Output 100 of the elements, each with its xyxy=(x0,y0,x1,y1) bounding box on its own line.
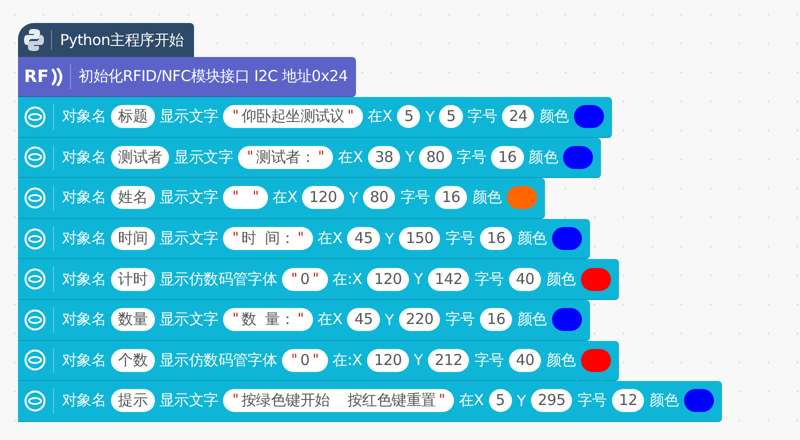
color-swatch[interactable] xyxy=(552,227,582,250)
text-field[interactable]: " 按绿色键开始 按红色键重置 " xyxy=(223,389,454,412)
block-label: 颜色 xyxy=(517,229,547,248)
number-field[interactable]: 142 xyxy=(428,268,470,291)
python-icon xyxy=(24,28,44,52)
block-label: Y xyxy=(414,351,423,370)
text-field[interactable]: " 时 间： " xyxy=(223,227,313,250)
block-label: 在X xyxy=(318,229,342,248)
text-field[interactable]: " 测试者： " xyxy=(238,146,334,169)
name-field[interactable]: 个数 xyxy=(111,348,155,372)
number-field[interactable]: 220 xyxy=(398,308,440,332)
start-block[interactable]: Python主程序开始 xyxy=(18,23,194,57)
display-block[interactable]: 对象名 数量 显示文字 " 数 量： " 在X 45 Y 220 字号 16 颜色 xyxy=(18,300,590,341)
name-field[interactable]: 姓名 xyxy=(111,186,155,210)
name-field[interactable]: 时间 xyxy=(111,227,155,250)
block-label: 颜色 xyxy=(539,107,569,126)
block-label: 颜色 xyxy=(472,188,502,208)
display-block[interactable]: 对象名 个数 显示仿数码管字体 " 0 " 在:X 120 Y 212 字号 40 颜色 xyxy=(18,340,619,382)
block-label: 在X xyxy=(272,188,298,208)
block-label: 显示文字 xyxy=(160,188,218,208)
number-field[interactable]: 16 xyxy=(480,308,512,332)
name-field[interactable]: 标题 xyxy=(111,105,155,128)
number-field[interactable]: 5 xyxy=(488,389,512,412)
block-label: Y xyxy=(516,392,526,410)
number-field[interactable]: 80 xyxy=(419,146,452,169)
ring-icon xyxy=(24,308,46,331)
block-label: Y xyxy=(405,148,414,166)
number-field[interactable]: 16 xyxy=(491,146,524,169)
block-label: 颜色 xyxy=(546,270,576,289)
number-field[interactable]: 120 xyxy=(302,186,344,210)
display-block[interactable]: 对象名 计时 显示仿数码管字体 " 0 " 在:X 120 Y 142 字号 40 颜色 xyxy=(18,259,619,300)
name-field[interactable]: 数量 xyxy=(111,308,155,332)
display-block[interactable]: 对象名 测试者 显示文字 " 测试者： " 在X 38 Y 80 字号 16 颜色 xyxy=(18,138,601,178)
color-swatch[interactable] xyxy=(580,348,611,372)
number-field[interactable]: 5 xyxy=(439,105,463,128)
ring-icon xyxy=(24,268,46,290)
ring-icon xyxy=(24,106,46,128)
color-swatch[interactable] xyxy=(684,389,714,412)
number-field[interactable]: 120 xyxy=(367,268,409,291)
block-label: 字号 xyxy=(474,350,504,370)
number-field[interactable]: 16 xyxy=(480,227,512,250)
color-swatch[interactable] xyxy=(574,105,604,128)
name-field[interactable]: 提示 xyxy=(111,389,155,412)
text-field[interactable]: " 0 " xyxy=(282,348,328,372)
text-field[interactable]: " 仰卧起坐测试议 " xyxy=(223,105,363,128)
block-label: 对象名 xyxy=(62,107,106,126)
text-field[interactable]: " 0 " xyxy=(282,268,328,291)
block-label: 对象名 xyxy=(62,391,106,410)
number-field[interactable]: 212 xyxy=(428,348,470,372)
block-label: 在X xyxy=(338,148,363,167)
block-label: Y xyxy=(414,270,423,288)
block-label: 显示仿数码管字体 xyxy=(160,270,278,289)
color-swatch[interactable] xyxy=(552,308,582,332)
block-label: 显示仿数码管字体 xyxy=(160,350,278,370)
number-field[interactable]: 16 xyxy=(434,186,468,210)
block-label: 字号 xyxy=(577,391,607,410)
number-field[interactable]: 40 xyxy=(508,268,542,291)
display-block[interactable]: 对象名 提示 显示文字 " 按绿色键开始 按红色键重置 " 在X 5 Y 295 字号 12 颜色 xyxy=(18,381,722,422)
number-field[interactable]: 80 xyxy=(362,186,396,210)
number-field[interactable]: 295 xyxy=(530,389,572,412)
ring-icon xyxy=(24,146,46,168)
color-swatch[interactable] xyxy=(506,186,537,210)
display-block[interactable]: 对象名 时间 显示文字 " 时 间： " 在X 45 Y 150 字号 16 颜色 xyxy=(18,218,590,260)
block-label: 对象名 xyxy=(62,270,106,289)
block-label: 在X xyxy=(458,391,484,410)
text-field[interactable]: " 数 量： " xyxy=(223,308,313,332)
block-label: 字号 xyxy=(445,310,475,330)
block-label: 在X xyxy=(368,107,392,126)
number-field[interactable]: 5 xyxy=(397,105,420,128)
number-field[interactable]: 150 xyxy=(398,227,440,250)
number-field[interactable]: 38 xyxy=(368,146,400,169)
number-field[interactable]: 12 xyxy=(612,389,644,412)
block-label: 字号 xyxy=(468,107,497,126)
block-label: Y xyxy=(425,108,434,126)
name-field[interactable]: 计时 xyxy=(111,268,155,291)
block-label: 显示文字 xyxy=(160,107,218,126)
block-label: 字号 xyxy=(474,270,504,289)
init-block[interactable]: RF 初始化RFID/NFC模块接口 I2C 地址0x24 xyxy=(18,57,356,97)
display-block[interactable]: 对象名 姓名 显示文字 " " 在X 120 Y 80 字号 16 颜色 xyxy=(18,178,545,219)
block-label: 字号 xyxy=(400,188,430,208)
color-swatch[interactable] xyxy=(563,146,593,169)
block-label: 对象名 xyxy=(62,310,106,330)
color-swatch[interactable] xyxy=(580,268,611,291)
number-field[interactable]: 45 xyxy=(347,227,380,250)
ring-icon xyxy=(24,186,46,209)
block-label: 颜色 xyxy=(546,350,576,370)
number-field[interactable]: 45 xyxy=(347,308,380,332)
number-field[interactable]: 24 xyxy=(502,105,534,128)
block-label: 对象名 xyxy=(62,350,106,370)
ring-icon xyxy=(24,390,46,412)
name-field[interactable]: 测试者 xyxy=(111,146,170,169)
text-field[interactable]: " " xyxy=(223,186,268,210)
block-label: 字号 xyxy=(445,229,475,248)
number-field[interactable]: 40 xyxy=(508,348,542,372)
block-label: Y xyxy=(384,230,394,248)
block-label: 显示文字 xyxy=(174,148,234,167)
block-label: Y xyxy=(384,310,394,329)
number-field[interactable]: 120 xyxy=(367,348,409,372)
block-label: 颜色 xyxy=(649,391,679,410)
display-block[interactable]: 对象名 标题 显示文字 " 仰卧起坐测试议 " 在X 5 Y 5 字号 24 颜色 xyxy=(18,97,612,138)
